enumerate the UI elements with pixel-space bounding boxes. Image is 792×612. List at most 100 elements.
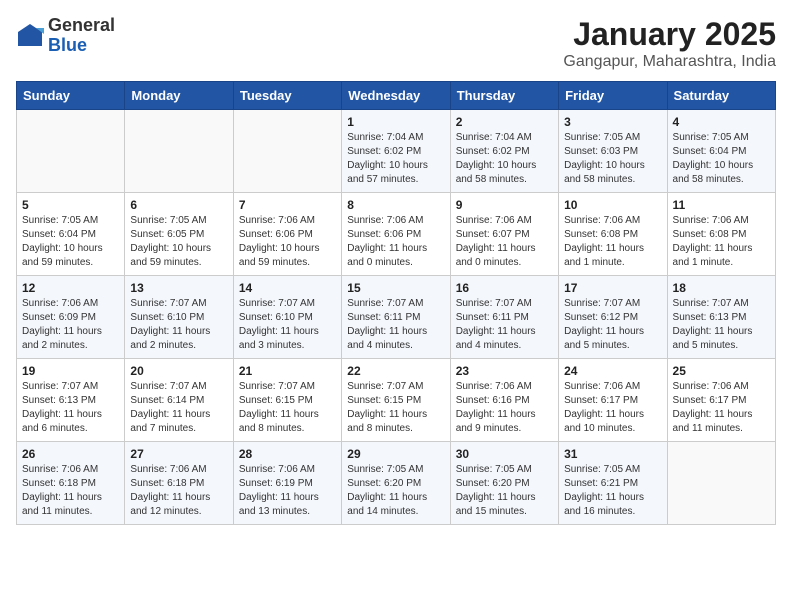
day-number: 16 xyxy=(456,281,553,295)
weekday-header-row: SundayMondayTuesdayWednesdayThursdayFrid… xyxy=(17,82,776,110)
page-header: General Blue January 2025 Gangapur, Maha… xyxy=(16,16,776,71)
day-number: 19 xyxy=(22,364,119,378)
day-number: 18 xyxy=(673,281,770,295)
day-number: 31 xyxy=(564,447,661,461)
logo: General Blue xyxy=(16,16,115,56)
cell-info: Sunrise: 7:04 AM Sunset: 6:02 PM Dayligh… xyxy=(347,131,444,187)
calendar-cell: 3Sunrise: 7:05 AM Sunset: 6:03 PM Daylig… xyxy=(559,110,667,193)
cell-info: Sunrise: 7:06 AM Sunset: 6:07 PM Dayligh… xyxy=(456,214,553,270)
day-number: 11 xyxy=(673,198,770,212)
cell-info: Sunrise: 7:06 AM Sunset: 6:08 PM Dayligh… xyxy=(564,214,661,270)
logo-text: General Blue xyxy=(48,16,115,56)
day-number: 15 xyxy=(347,281,444,295)
cell-info: Sunrise: 7:06 AM Sunset: 6:09 PM Dayligh… xyxy=(22,297,119,353)
week-row-3: 12 Sunrise: 7:06 AM Sunset: 6:09 PM Dayli… xyxy=(17,276,776,359)
cell-info: Sunrise: 7:07 AM Sunset: 6:11 PM Dayligh… xyxy=(347,297,444,353)
calendar-cell: 26 Sunrise: 7:06 AM Sunset: 6:18 PM Dayli… xyxy=(17,442,125,525)
day-number: 3 xyxy=(564,115,661,129)
calendar-cell: 19 Sunrise: 7:07 AM Sunset: 6:13 PM Dayli… xyxy=(17,359,125,442)
calendar-body: 1 Sunrise: 7:04 AM Sunset: 6:02 PM Daylig… xyxy=(17,110,776,525)
cell-info: Sunrise: 7:06 AM Sunset: 6:17 PM Dayligh… xyxy=(673,380,770,436)
day-number: 2 xyxy=(456,115,553,129)
logo-general: General xyxy=(48,16,115,36)
cell-info: Sunrise: 7:07 AM Sunset: 6:12 PM Dayligh… xyxy=(564,297,661,353)
calendar-cell: 21 Sunrise: 7:07 AM Sunset: 6:15 PM Dayli… xyxy=(233,359,341,442)
calendar-subtitle: Gangapur, Maharashtra, India xyxy=(563,53,776,71)
calendar-cell: 1 Sunrise: 7:04 AM Sunset: 6:02 PM Daylig… xyxy=(342,110,450,193)
cell-info: Sunrise: 7:05 AM Sunset: 6:04 PM Dayligh… xyxy=(22,214,119,270)
day-number: 1 xyxy=(347,115,444,129)
cell-info: Sunrise: 7:05 AM Sunset: 6:05 PM Dayligh… xyxy=(130,214,227,270)
day-number: 4 xyxy=(673,115,770,129)
calendar-cell: 13Sunrise: 7:07 AM Sunset: 6:10 PM Dayli… xyxy=(125,276,233,359)
calendar-cell: 25 Sunrise: 7:06 AM Sunset: 6:17 PM Dayli… xyxy=(667,359,775,442)
weekday-thursday: Thursday xyxy=(450,82,558,110)
weekday-saturday: Saturday xyxy=(667,82,775,110)
cell-info: Sunrise: 7:05 AM Sunset: 6:20 PM Dayligh… xyxy=(347,463,444,519)
calendar-title: January 2025 xyxy=(563,16,776,53)
day-number: 13 xyxy=(130,281,227,295)
calendar-cell: 22 Sunrise: 7:07 AM Sunset: 6:15 PM Dayli… xyxy=(342,359,450,442)
day-number: 22 xyxy=(347,364,444,378)
day-number: 14 xyxy=(239,281,336,295)
cell-info: Sunrise: 7:07 AM Sunset: 6:10 PM Dayligh… xyxy=(239,297,336,353)
calendar-cell: 24 Sunrise: 7:06 AM Sunset: 6:17 PM Dayli… xyxy=(559,359,667,442)
day-number: 29 xyxy=(347,447,444,461)
cell-info: Sunrise: 7:07 AM Sunset: 6:13 PM Dayligh… xyxy=(22,380,119,436)
calendar-cell: 31Sunrise: 7:05 AM Sunset: 6:21 PM Dayli… xyxy=(559,442,667,525)
calendar-cell: 4 Sunrise: 7:05 AM Sunset: 6:04 PM Daylig… xyxy=(667,110,775,193)
cell-info: Sunrise: 7:06 AM Sunset: 6:17 PM Dayligh… xyxy=(564,380,661,436)
calendar-cell: 29 Sunrise: 7:05 AM Sunset: 6:20 PM Dayli… xyxy=(342,442,450,525)
weekday-sunday: Sunday xyxy=(17,82,125,110)
calendar-cell: 11 Sunrise: 7:06 AM Sunset: 6:08 PM Dayli… xyxy=(667,193,775,276)
cell-info: Sunrise: 7:04 AM Sunset: 6:02 PM Dayligh… xyxy=(456,131,553,187)
calendar-cell: 30Sunrise: 7:05 AM Sunset: 6:20 PM Dayli… xyxy=(450,442,558,525)
calendar-cell: 28 Sunrise: 7:06 AM Sunset: 6:19 PM Dayli… xyxy=(233,442,341,525)
cell-info: Sunrise: 7:06 AM Sunset: 6:06 PM Dayligh… xyxy=(239,214,336,270)
cell-info: Sunrise: 7:06 AM Sunset: 6:19 PM Dayligh… xyxy=(239,463,336,519)
day-number: 30 xyxy=(456,447,553,461)
week-row-1: 1 Sunrise: 7:04 AM Sunset: 6:02 PM Daylig… xyxy=(17,110,776,193)
cell-info: Sunrise: 7:07 AM Sunset: 6:14 PM Dayligh… xyxy=(130,380,227,436)
calendar-cell xyxy=(125,110,233,193)
cell-info: Sunrise: 7:06 AM Sunset: 6:06 PM Dayligh… xyxy=(347,214,444,270)
cell-info: Sunrise: 7:07 AM Sunset: 6:15 PM Dayligh… xyxy=(347,380,444,436)
day-number: 10 xyxy=(564,198,661,212)
calendar-cell: 6Sunrise: 7:05 AM Sunset: 6:05 PM Daylig… xyxy=(125,193,233,276)
day-number: 25 xyxy=(673,364,770,378)
cell-info: Sunrise: 7:07 AM Sunset: 6:11 PM Dayligh… xyxy=(456,297,553,353)
calendar-cell: 17 Sunrise: 7:07 AM Sunset: 6:12 PM Dayli… xyxy=(559,276,667,359)
day-number: 24 xyxy=(564,364,661,378)
calendar-cell: 27Sunrise: 7:06 AM Sunset: 6:18 PM Dayli… xyxy=(125,442,233,525)
weekday-wednesday: Wednesday xyxy=(342,82,450,110)
cell-info: Sunrise: 7:06 AM Sunset: 6:18 PM Dayligh… xyxy=(22,463,119,519)
calendar-cell: 10 Sunrise: 7:06 AM Sunset: 6:08 PM Dayli… xyxy=(559,193,667,276)
day-number: 20 xyxy=(130,364,227,378)
day-number: 26 xyxy=(22,447,119,461)
calendar-cell: 20 Sunrise: 7:07 AM Sunset: 6:14 PM Dayli… xyxy=(125,359,233,442)
day-number: 27 xyxy=(130,447,227,461)
calendar-cell: 5Sunrise: 7:05 AM Sunset: 6:04 PM Daylig… xyxy=(17,193,125,276)
day-number: 23 xyxy=(456,364,553,378)
day-number: 8 xyxy=(347,198,444,212)
calendar-cell: 18Sunrise: 7:07 AM Sunset: 6:13 PM Dayli… xyxy=(667,276,775,359)
calendar-cell: 7Sunrise: 7:06 AM Sunset: 6:06 PM Daylig… xyxy=(233,193,341,276)
day-number: 17 xyxy=(564,281,661,295)
cell-info: Sunrise: 7:06 AM Sunset: 6:08 PM Dayligh… xyxy=(673,214,770,270)
cell-info: Sunrise: 7:07 AM Sunset: 6:15 PM Dayligh… xyxy=(239,380,336,436)
day-number: 21 xyxy=(239,364,336,378)
calendar-cell xyxy=(233,110,341,193)
calendar-cell: 16 Sunrise: 7:07 AM Sunset: 6:11 PM Dayli… xyxy=(450,276,558,359)
calendar-cell: 2 Sunrise: 7:04 AM Sunset: 6:02 PM Daylig… xyxy=(450,110,558,193)
weekday-monday: Monday xyxy=(125,82,233,110)
cell-info: Sunrise: 7:06 AM Sunset: 6:16 PM Dayligh… xyxy=(456,380,553,436)
cell-info: Sunrise: 7:05 AM Sunset: 6:04 PM Dayligh… xyxy=(673,131,770,187)
calendar-cell: 12 Sunrise: 7:06 AM Sunset: 6:09 PM Dayli… xyxy=(17,276,125,359)
day-number: 9 xyxy=(456,198,553,212)
calendar-cell: 9 Sunrise: 7:06 AM Sunset: 6:07 PM Daylig… xyxy=(450,193,558,276)
logo-icon xyxy=(16,22,44,50)
week-row-5: 26 Sunrise: 7:06 AM Sunset: 6:18 PM Dayli… xyxy=(17,442,776,525)
day-number: 12 xyxy=(22,281,119,295)
weekday-friday: Friday xyxy=(559,82,667,110)
day-number: 28 xyxy=(239,447,336,461)
